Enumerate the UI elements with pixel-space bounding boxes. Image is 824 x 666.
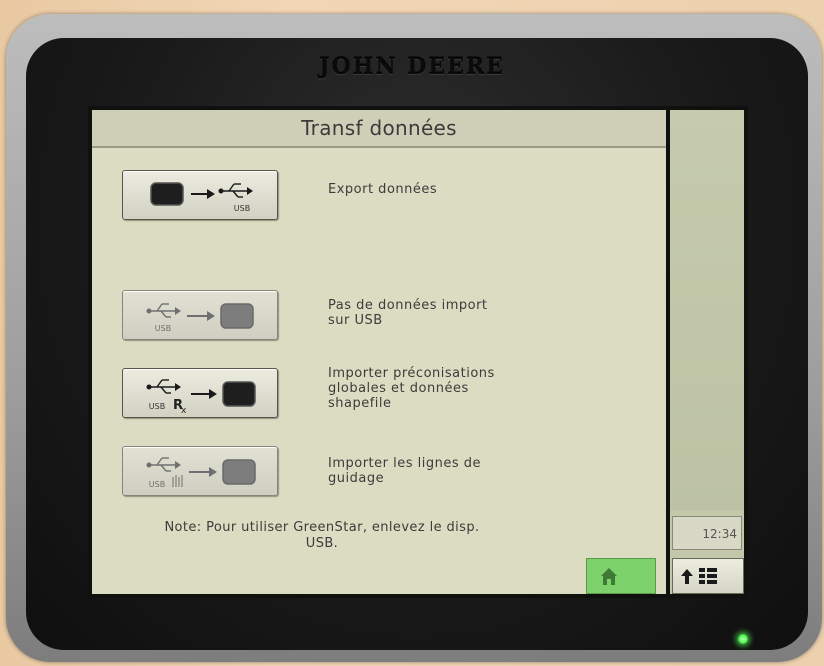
page-title: Transf données	[301, 116, 457, 140]
display-screen: Transf données USB Export données USB Pa…	[88, 106, 748, 598]
clock-time: 12:34	[702, 527, 737, 541]
svg-text:USB: USB	[149, 402, 165, 411]
home-icon	[601, 568, 617, 585]
export-data-label: Export données	[328, 182, 438, 197]
import-data-label: Pas de données import sur USB	[328, 298, 488, 328]
up-arrow-menu-icon	[681, 568, 717, 584]
display-to-usb-icon: USB	[150, 182, 253, 213]
usb-rx-to-display-icon: USB R x	[146, 379, 256, 416]
sidebar-panel	[670, 110, 744, 510]
usb-note-text: Note: Pour utiliser GreenStar, enlevez l…	[164, 520, 480, 551]
right-sidebar: 12:34	[670, 110, 744, 594]
home-button[interactable]	[586, 558, 656, 594]
import-guidance-lines-button[interactable]: USB	[122, 446, 278, 496]
usb-guidance-to-display-icon: USB	[146, 457, 256, 489]
usb-note: Note: Pour utiliser GreenStar, enlevez l…	[122, 520, 522, 552]
menu-button[interactable]	[672, 558, 744, 594]
page-title-bar: Transf données	[92, 110, 666, 148]
svg-text:x: x	[181, 406, 187, 416]
svg-text:USB: USB	[234, 204, 250, 213]
svg-text:USB: USB	[155, 324, 171, 333]
export-data-button[interactable]: USB	[122, 170, 278, 220]
brand-logo: JOHN DEERE	[319, 54, 505, 80]
import-guidance-lines-label: Importer les lignes de guidage	[328, 456, 482, 486]
power-led	[738, 634, 748, 644]
import-prescriptions-button[interactable]: USB R x	[122, 368, 278, 418]
svg-text:USB: USB	[149, 480, 165, 489]
clock-display: 12:34	[672, 516, 742, 550]
import-data-button[interactable]: USB	[122, 290, 278, 340]
usb-to-display-icon: USB	[146, 303, 254, 333]
main-panel: Transf données USB Export données USB Pa…	[92, 110, 666, 594]
import-prescriptions-label: Importer préconisations globales et donn…	[328, 366, 495, 411]
